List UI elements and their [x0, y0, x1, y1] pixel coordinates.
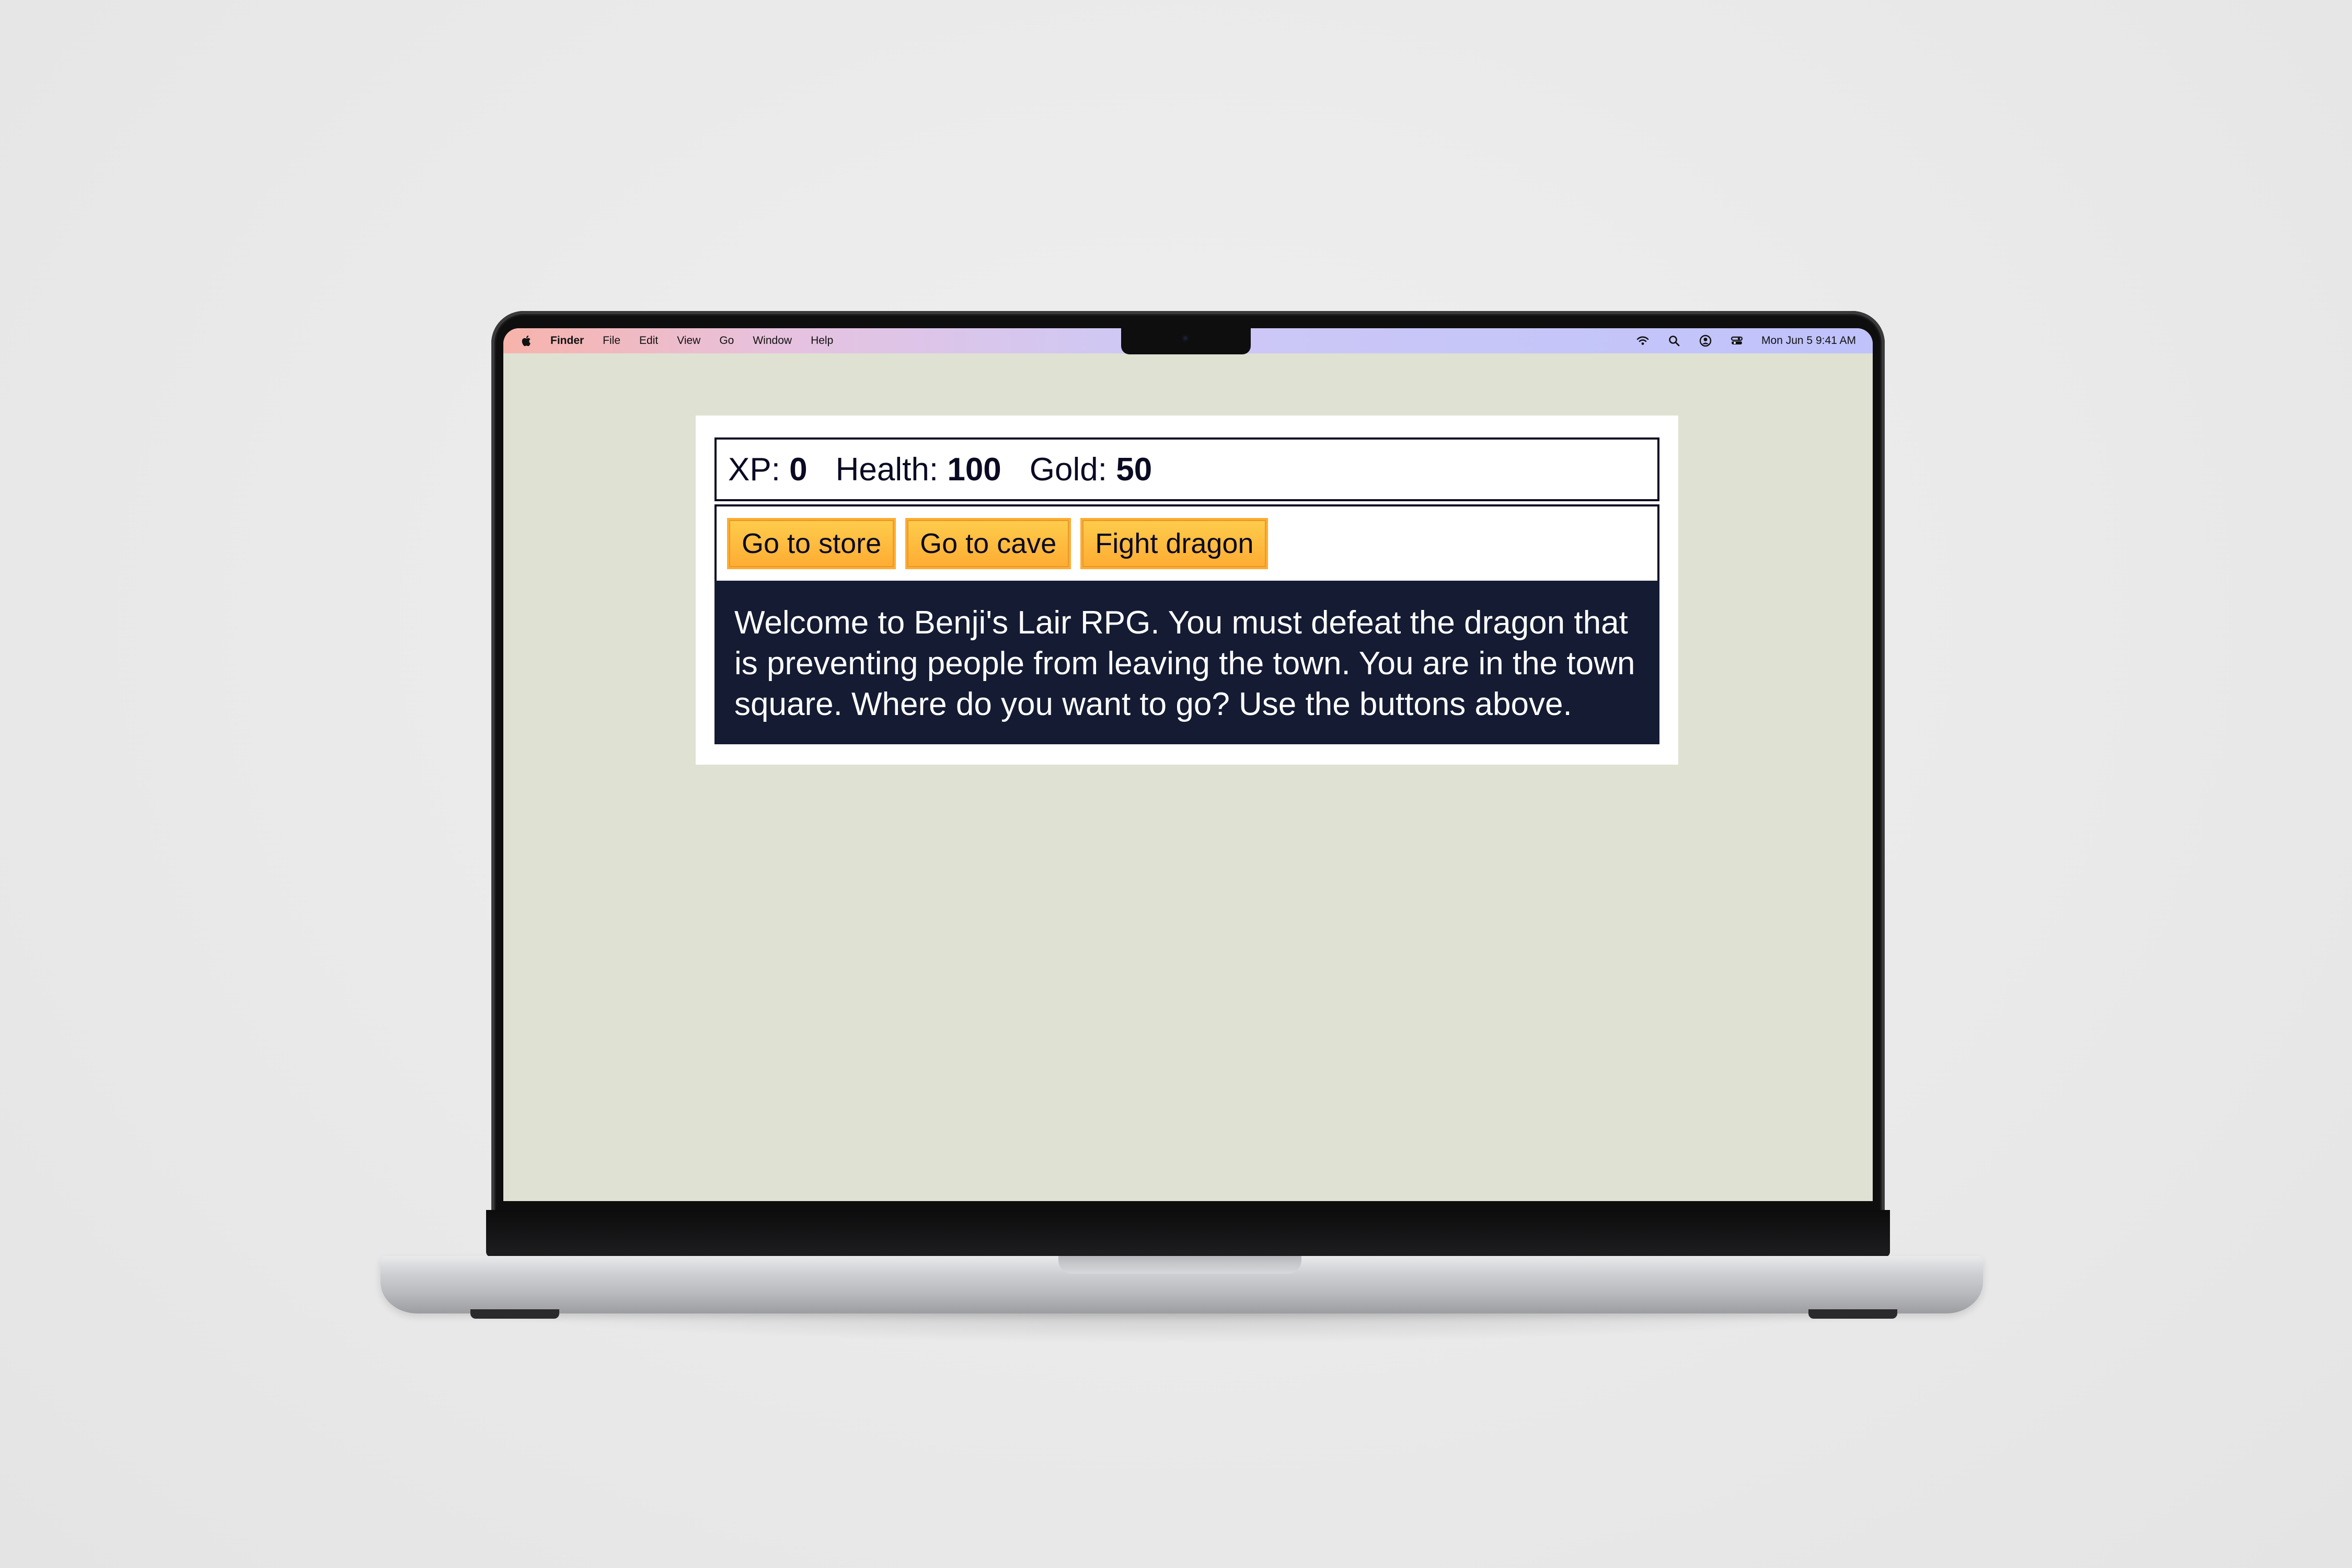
fight-dragon-button[interactable]: Fight dragon — [1080, 518, 1269, 569]
wifi-icon[interactable] — [1636, 334, 1650, 348]
menu-item-finder[interactable]: Finder — [550, 335, 584, 347]
menu-item-help[interactable]: Help — [811, 335, 833, 347]
camera-notch — [1121, 328, 1251, 354]
stat-xp: XP: 0 — [728, 451, 808, 488]
laptop-bezel — [486, 1210, 1890, 1257]
search-icon[interactable] — [1667, 334, 1681, 348]
laptop-foot-right — [1808, 1309, 1897, 1319]
stat-health-label: Health: — [835, 451, 939, 488]
apple-icon[interactable] — [520, 335, 532, 347]
game-text: Welcome to Benji's Lair RPG. You must de… — [714, 581, 1659, 744]
stat-xp-label: XP: — [728, 451, 780, 488]
stat-health-value: 100 — [947, 451, 1001, 488]
go-to-cave-button[interactable]: Go to cave — [905, 518, 1071, 569]
stat-gold-value: 50 — [1116, 451, 1152, 488]
controls-bar: Go to store Go to cave Fight dragon — [714, 504, 1659, 581]
menu-item-edit[interactable]: Edit — [639, 335, 658, 347]
menu-item-file[interactable]: File — [603, 335, 620, 347]
user-icon[interactable] — [1699, 334, 1712, 348]
stat-health: Health: 100 — [836, 451, 1001, 488]
camera-icon — [1182, 335, 1189, 342]
screen: Finder File Edit View Go Window Help Mon… — [503, 328, 1873, 1201]
stat-gold-label: Gold: — [1029, 451, 1107, 488]
menu-item-go[interactable]: Go — [719, 335, 734, 347]
game-container: XP: 0 Health: 100 Gold: 50 Go to store G… — [696, 416, 1678, 765]
menu-item-view[interactable]: View — [677, 335, 700, 347]
stat-gold: Gold: 50 — [1030, 451, 1152, 488]
go-to-store-button[interactable]: Go to store — [727, 518, 896, 569]
control-center-icon[interactable] — [1730, 334, 1744, 348]
menu-clock[interactable]: Mon Jun 5 9:41 AM — [1761, 335, 1856, 347]
stat-xp-value: 0 — [789, 451, 808, 488]
stats-bar: XP: 0 Health: 100 Gold: 50 — [714, 437, 1659, 501]
laptop-opening-notch — [1058, 1256, 1301, 1274]
laptop-foot-left — [470, 1309, 559, 1319]
menu-item-window[interactable]: Window — [753, 335, 792, 347]
